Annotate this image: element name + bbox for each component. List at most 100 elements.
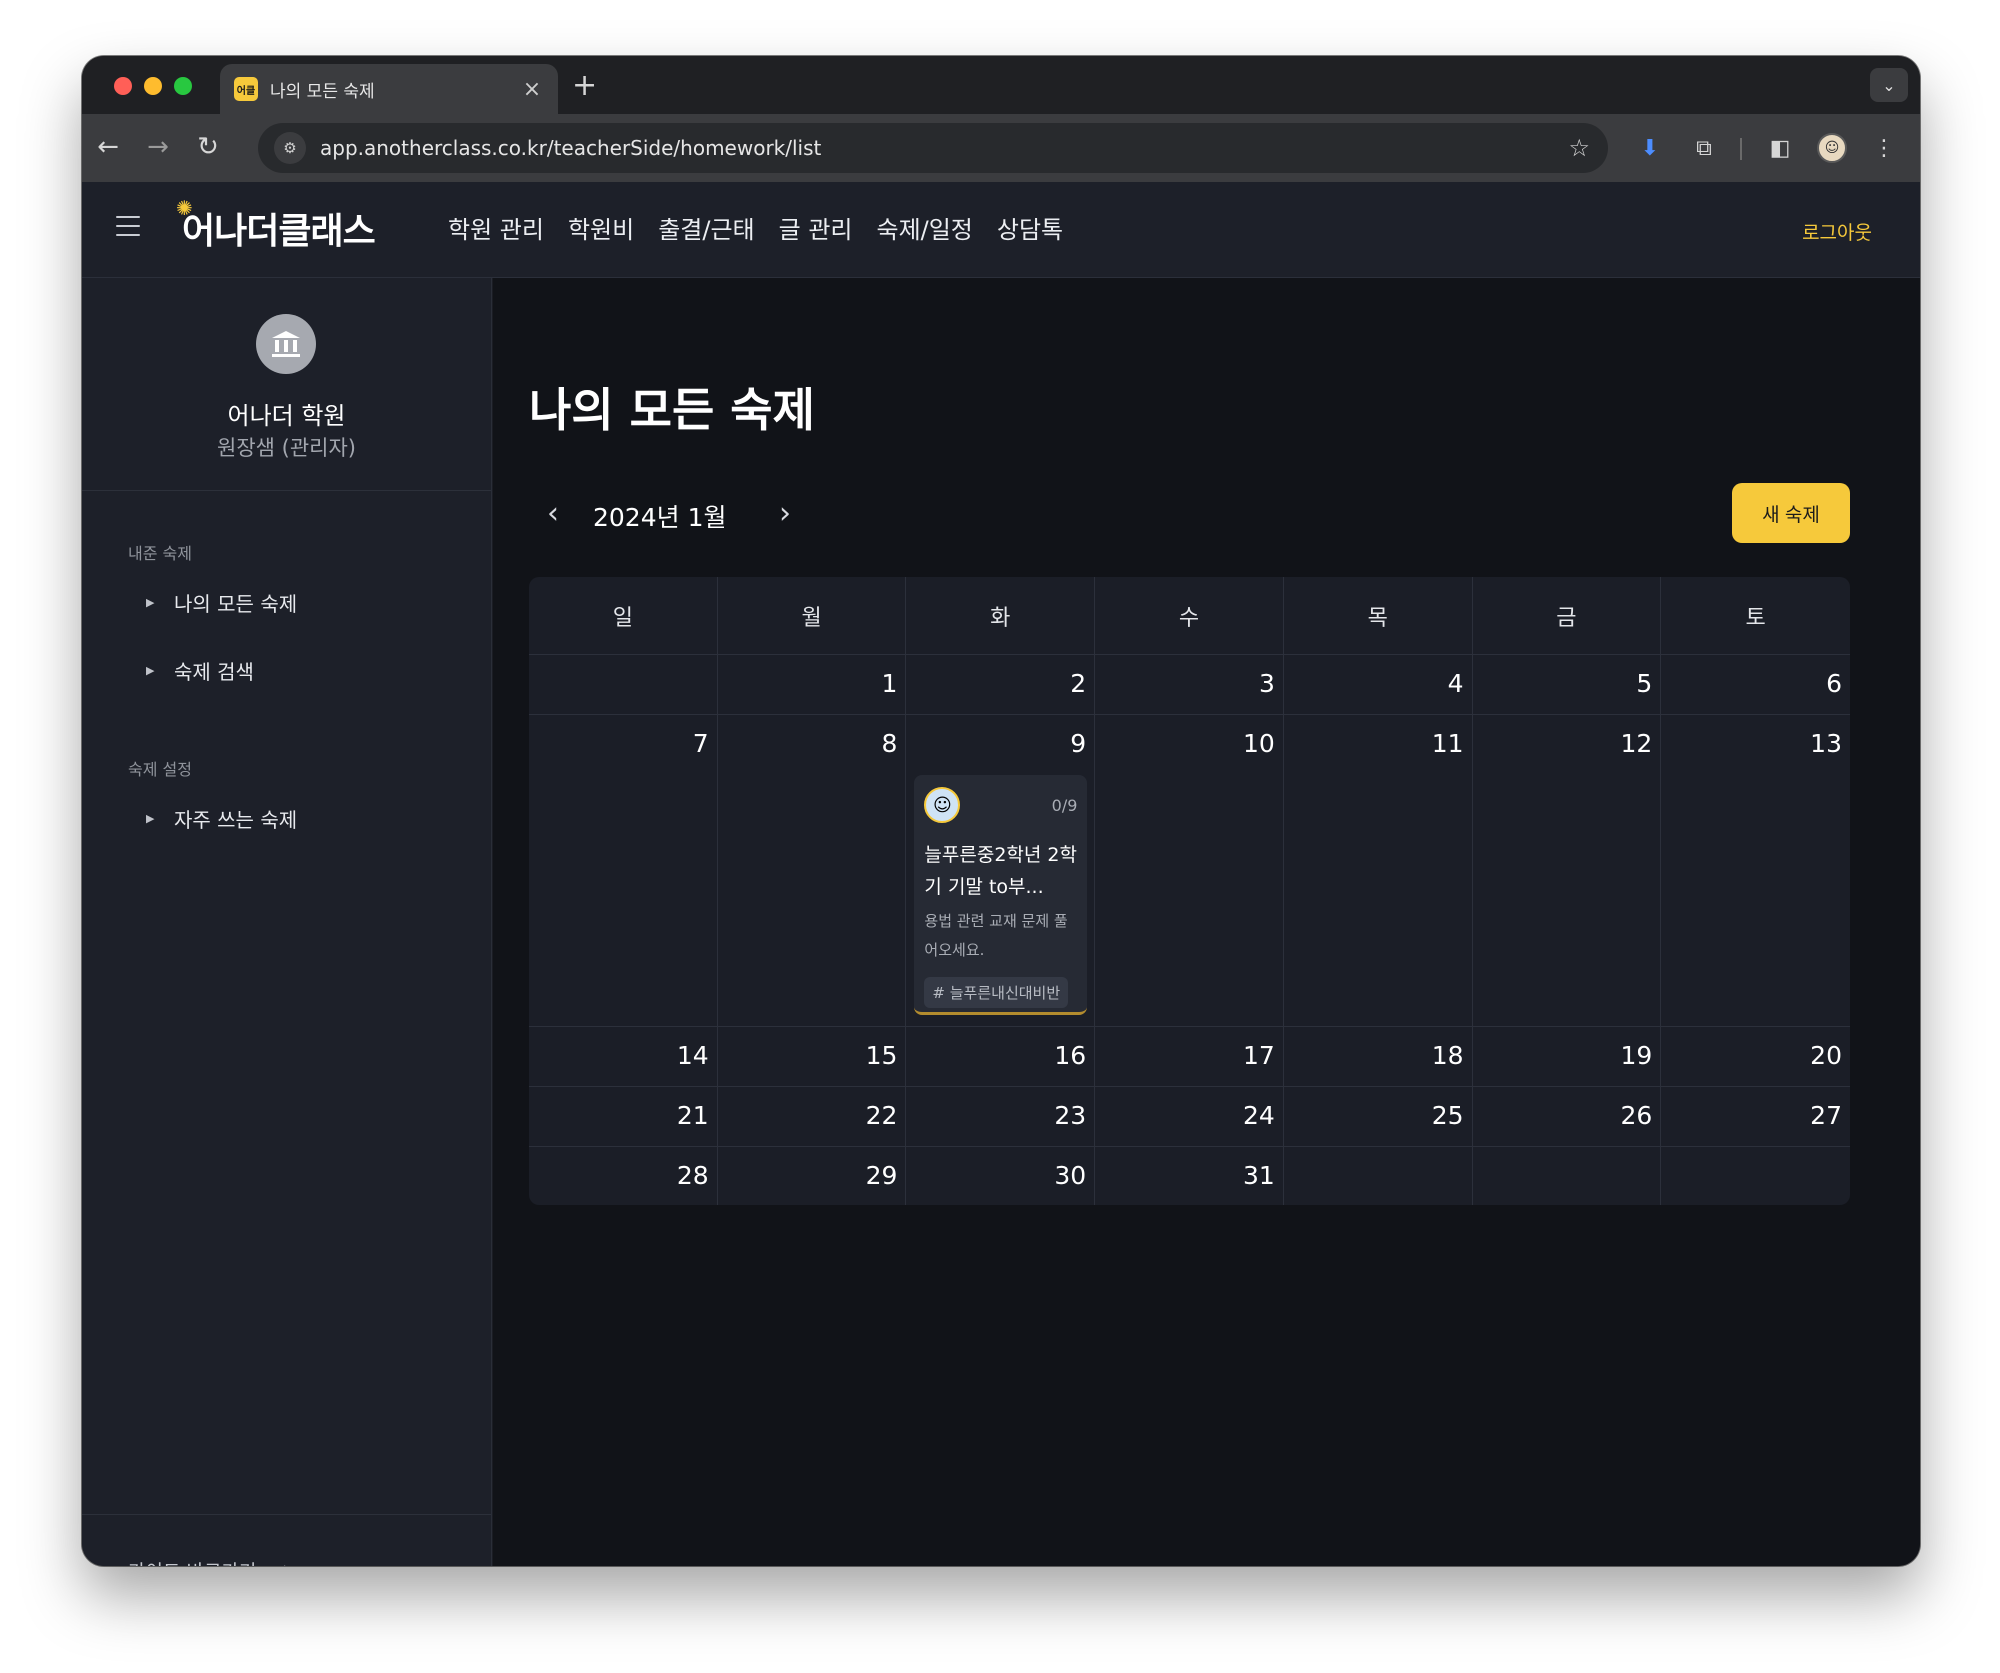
day-number: 1	[881, 669, 898, 698]
day-number: 21	[676, 1101, 709, 1130]
calendar-day-cell[interactable]: 27	[1661, 1087, 1850, 1146]
weekday-wed: 수	[1095, 577, 1284, 654]
calendar-day-cell[interactable]: 12	[1473, 715, 1662, 1026]
minimize-window-button[interactable]	[144, 77, 162, 95]
calendar-day-cell[interactable]: 15	[718, 1027, 907, 1086]
nav-tuition[interactable]: 학원비	[568, 210, 634, 245]
nav-academy-management[interactable]: 학원 관리	[448, 210, 544, 245]
calendar-day-cell[interactable]	[1661, 1147, 1850, 1205]
calendar-weekday-header: 일 월 화 수 목 금 토	[529, 577, 1850, 655]
day-number: 9	[1070, 729, 1087, 758]
hamburger-menu-icon[interactable]	[116, 216, 140, 243]
app-logo[interactable]: ✺ 어나더클래스	[176, 196, 376, 254]
sidebar-item-label: 나의 모든 숙제	[174, 592, 298, 616]
sidebar-item-homework-search[interactable]: ▶ 숙제 검색	[146, 656, 254, 685]
homework-description: 용법 관련 교재 문제 풀어오세요.	[924, 912, 1068, 959]
new-homework-button[interactable]: 새 숙제	[1732, 483, 1850, 543]
sidebar-group-assigned-homework: 내준 숙제	[128, 544, 192, 563]
calendar-day-cell[interactable]: 28	[529, 1147, 718, 1205]
download-icon[interactable]: ⬇	[1632, 130, 1668, 166]
nav-attendance[interactable]: 출결/근태	[658, 210, 754, 245]
calendar-day-cell[interactable]: 16	[906, 1027, 1096, 1086]
calendar-day-cell[interactable]: 23	[906, 1087, 1096, 1146]
calendar-day-cell[interactable]: 13	[1661, 715, 1850, 1026]
calendar-day-cell[interactable]: 20	[1661, 1027, 1850, 1086]
calendar-day-cell[interactable]: 21	[529, 1087, 718, 1146]
nav-posts[interactable]: 글 관리	[779, 210, 853, 245]
sidebar-item-frequent-homework[interactable]: ▶ 자주 쓰는 숙제	[146, 804, 297, 833]
tab-search-chevron-icon[interactable]: ⌄	[1870, 68, 1908, 102]
browser-menu-icon[interactable]: ⋮	[1866, 130, 1902, 166]
calendar-day-cell[interactable]	[1284, 1147, 1473, 1205]
forward-icon[interactable]: →	[142, 132, 174, 162]
caret-right-icon: ▶	[146, 596, 155, 609]
day-number: 25	[1431, 1101, 1464, 1130]
calendar-day-cell[interactable]: 29	[718, 1147, 907, 1205]
back-icon[interactable]: ←	[92, 132, 124, 162]
caret-right-icon: ▶	[146, 664, 155, 677]
day-number: 31	[1243, 1161, 1275, 1190]
logout-link[interactable]: 로그아웃	[1802, 218, 1872, 245]
new-tab-icon[interactable]: +	[572, 68, 597, 103]
calendar-day-cell[interactable]: 9 ☺ 0/9 늘푸른중2학년 2학기 기말 to부... 용법 관련 교재 문제 풀어…	[906, 715, 1096, 1026]
weekday-tue: 화	[906, 577, 1096, 654]
calendar-day-cell[interactable]: 7	[529, 715, 718, 1026]
academy-name: 어나더 학원	[227, 402, 346, 430]
logo-text: 어나더클래스	[182, 211, 376, 252]
profile-avatar-button[interactable]: ☺	[1814, 130, 1850, 166]
calendar-day-cell[interactable]: 31	[1095, 1147, 1284, 1205]
day-number: 6	[1826, 669, 1842, 698]
guide-shortcut-link[interactable]: 가이드 바로가기 →	[128, 1556, 291, 1566]
bookmark-star-icon[interactable]: ☆	[1568, 134, 1590, 162]
url-text[interactable]: app.anotherclass.co.kr/teacherSide/homew…	[320, 136, 1568, 160]
browser-tab[interactable]: 어클 나의 모든 숙제 ×	[220, 64, 558, 114]
calendar-week-row: 1 2 3 4 5 6	[529, 655, 1850, 715]
calendar-day-cell[interactable]: 4	[1284, 655, 1473, 714]
calendar-day-cell[interactable]	[1473, 1147, 1662, 1205]
calendar-day-cell[interactable]: 14	[529, 1027, 718, 1086]
nav-consult-chat[interactable]: 상담톡	[997, 210, 1063, 245]
sidebar-item-label: 자주 쓰는 숙제	[174, 808, 298, 832]
reload-icon[interactable]: ↻	[192, 132, 224, 162]
homework-card[interactable]: ☺ 0/9 늘푸른중2학년 2학기 기말 to부... 용법 관련 교재 문제 풀어오…	[914, 775, 1088, 1015]
calendar-day-cell[interactable]: 5	[1473, 655, 1662, 714]
day-number: 7	[692, 729, 709, 758]
calendar-day-cell[interactable]: 3	[1095, 655, 1284, 714]
window-controls	[114, 77, 192, 95]
close-tab-icon[interactable]: ×	[520, 77, 544, 102]
app-header: ✺ 어나더클래스 학원 관리 학원비 출결/근태 글 관리 숙제/일정 상담톡 …	[82, 182, 1920, 278]
calendar-week-row: 28 29 30 31	[529, 1147, 1850, 1205]
calendar-day-cell[interactable]	[529, 655, 718, 714]
sidebar-divider	[82, 490, 491, 491]
next-month-chevron-icon[interactable]: ›	[779, 496, 791, 531]
calendar-day-cell[interactable]: 2	[906, 655, 1096, 714]
site-settings-icon[interactable]: ⚙	[274, 132, 306, 164]
calendar-day-cell[interactable]: 11	[1284, 715, 1473, 1026]
calendar-day-cell[interactable]: 26	[1473, 1087, 1662, 1146]
calendar-day-cell[interactable]: 24	[1095, 1087, 1284, 1146]
maximize-window-button[interactable]	[174, 77, 192, 95]
side-panel-icon[interactable]: ◧	[1762, 130, 1798, 166]
calendar-day-cell[interactable]: 6	[1661, 655, 1850, 714]
weekday-sat: 토	[1745, 605, 1766, 631]
address-bar[interactable]: ⚙ app.anotherclass.co.kr/teacherSide/hom…	[258, 123, 1608, 173]
day-number: 13	[1810, 729, 1842, 758]
calendar-day-cell[interactable]: 30	[906, 1147, 1096, 1205]
favicon-icon: 어클	[234, 77, 258, 101]
calendar-day-cell[interactable]: 10	[1095, 715, 1284, 1026]
nav-homework-schedule[interactable]: 숙제/일정	[876, 210, 972, 245]
day-number: 22	[865, 1101, 898, 1130]
extensions-icon[interactable]: ⧉	[1686, 130, 1722, 166]
calendar-day-cell[interactable]: 8	[718, 715, 907, 1026]
prev-month-chevron-icon[interactable]: ‹	[547, 496, 559, 531]
sidebar-item-all-homework[interactable]: ▶ 나의 모든 숙제	[146, 588, 297, 617]
browser-window: 어클 나의 모든 숙제 × + ⌄ ← → ↻ ⚙ app.anothercla…	[82, 56, 1920, 1566]
close-window-button[interactable]	[114, 77, 132, 95]
calendar-day-cell[interactable]: 19	[1473, 1027, 1662, 1086]
calendar-day-cell[interactable]: 25	[1284, 1087, 1473, 1146]
tab-bar: 어클 나의 모든 숙제 × + ⌄	[82, 56, 1920, 114]
calendar-day-cell[interactable]: 22	[718, 1087, 907, 1146]
calendar-day-cell[interactable]: 1	[718, 655, 907, 714]
calendar-day-cell[interactable]: 17	[1095, 1027, 1284, 1086]
calendar-day-cell[interactable]: 18	[1284, 1027, 1473, 1086]
